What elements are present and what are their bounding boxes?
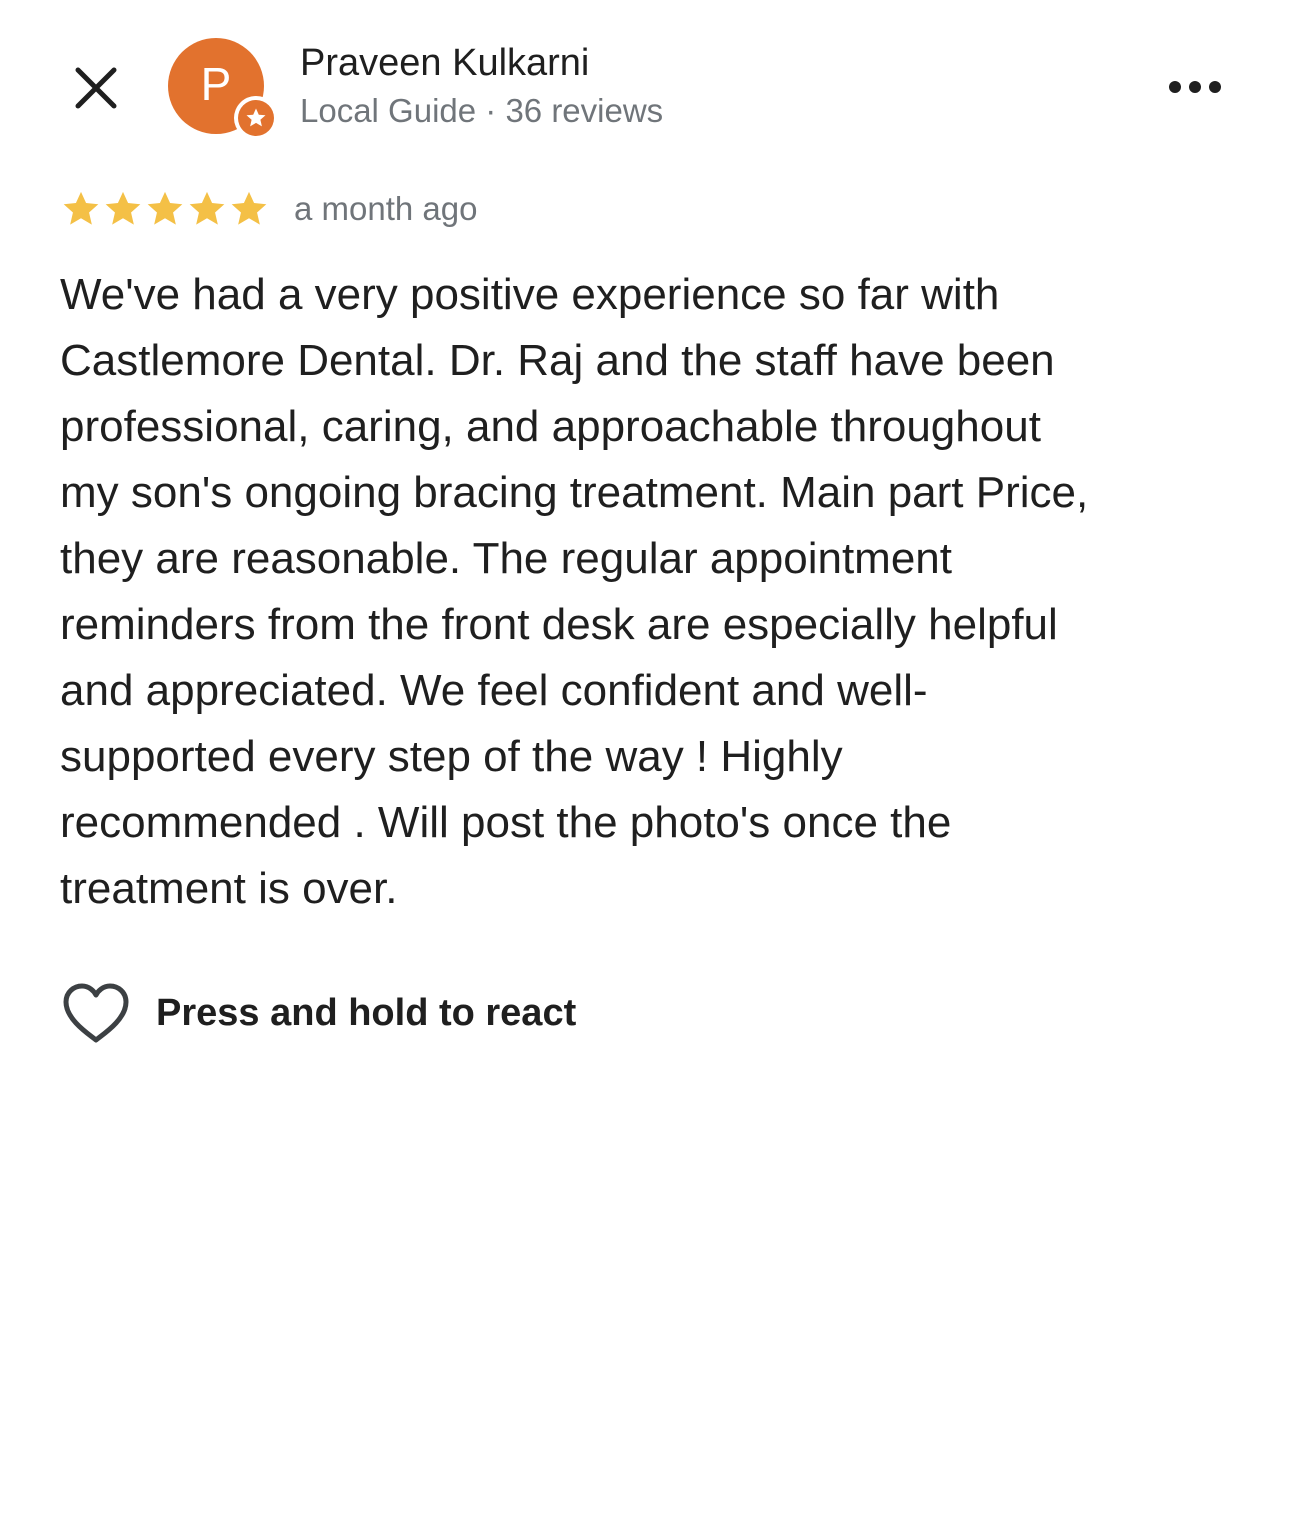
star-icon <box>63 191 99 225</box>
author-meta: Local Guide · 36 reviews <box>300 92 664 129</box>
review-text: We've had a very positive experience so … <box>60 270 1089 913</box>
star-icon <box>189 191 225 225</box>
close-icon <box>75 67 117 109</box>
review-sheet: P Praveen Kulkarni Local Guide · 36 revi… <box>0 0 1290 1530</box>
avatar-letter: P <box>200 58 232 110</box>
star-icon <box>147 191 183 225</box>
more-horizontal-icon <box>1169 81 1221 93</box>
react-button[interactable]: Press and hold to react <box>60 980 576 1046</box>
star-icon <box>105 191 141 225</box>
heart-outline-icon <box>63 983 129 1043</box>
more-options-button[interactable] <box>1162 62 1228 112</box>
review-date: a month ago <box>294 190 478 227</box>
local-guide-badge <box>234 96 278 140</box>
local-guide-star-icon <box>246 108 266 127</box>
close-button[interactable] <box>66 58 126 118</box>
react-label: Press and hold to react <box>156 991 577 1034</box>
star-rating <box>60 188 270 230</box>
star-icon <box>231 191 267 225</box>
author-name[interactable]: Praveen Kulkarni <box>300 42 589 85</box>
